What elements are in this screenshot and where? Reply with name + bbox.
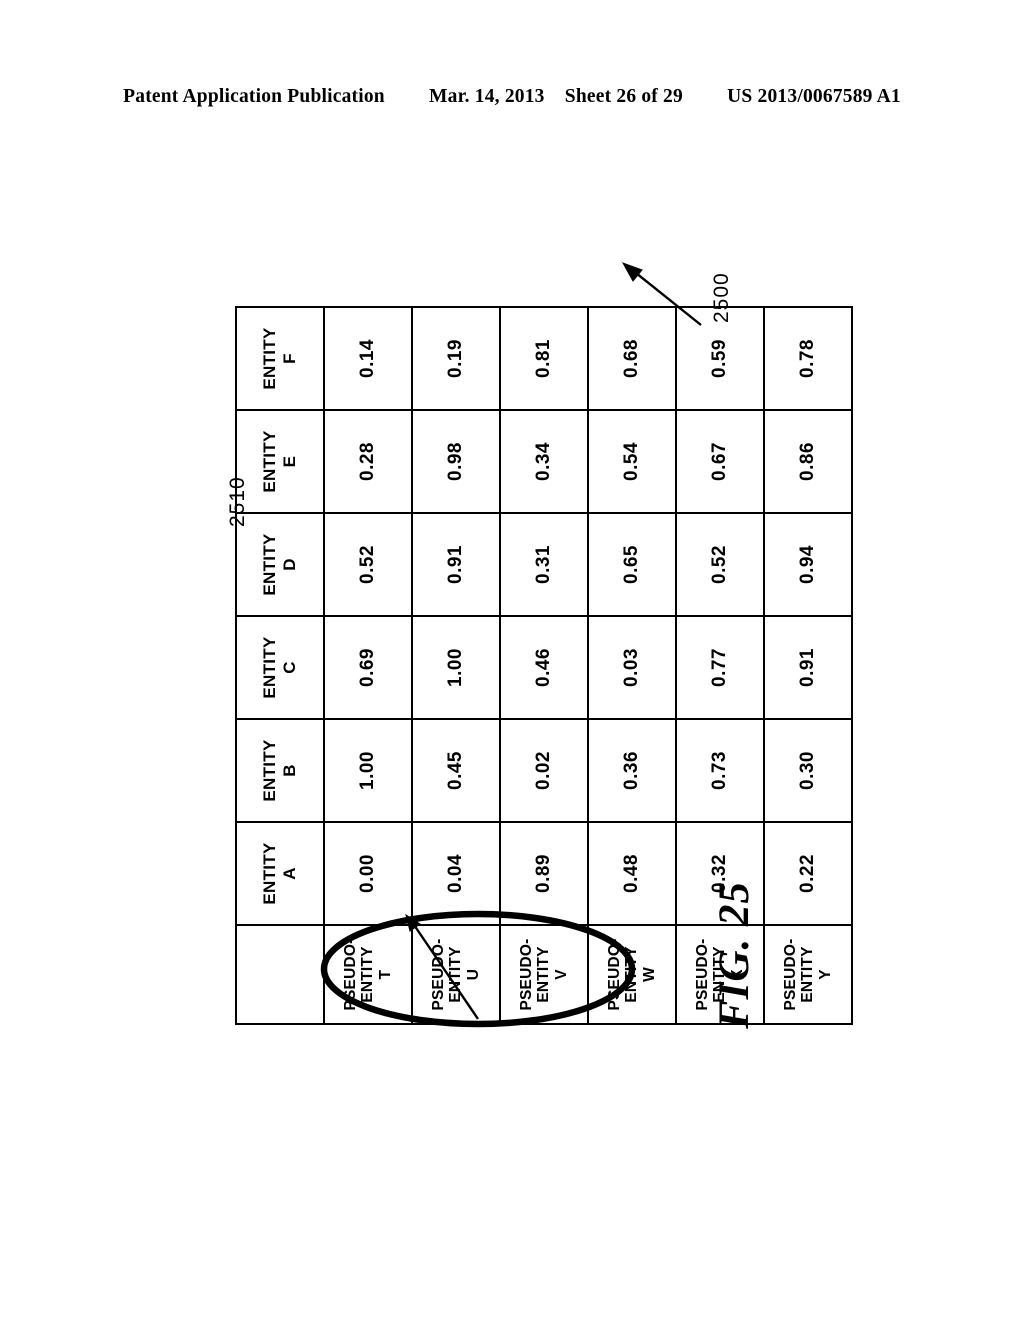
table-corner-cell	[236, 925, 324, 1024]
table-row: PSEUDO- ENTITY W 0.48 0.36 0.03 0.65 0.5…	[588, 307, 676, 1024]
column-header-line1: ENTITY	[260, 842, 279, 905]
cell-u-c: 1.00	[412, 616, 500, 719]
column-header-line1: ENTITY	[260, 533, 279, 596]
cell-t-e: 0.28	[324, 410, 412, 513]
publication-date: Mar. 14, 2013	[429, 86, 545, 107]
cell-t-f: 0.14	[324, 307, 412, 410]
row-header-line2: ENTITY	[623, 946, 641, 1003]
row-header-line1: PSEUDO-	[429, 938, 447, 1011]
cell-y-b: 0.30	[764, 719, 852, 822]
cell-v-e: 0.34	[500, 410, 588, 513]
row-header-line1: PSEUDO-	[693, 938, 711, 1011]
reference-numeral-2510: 2510	[226, 476, 249, 527]
row-header-line2: ENTITY	[535, 946, 553, 1003]
cell-x-e: 0.67	[676, 410, 764, 513]
cell-w-a: 0.48	[588, 822, 676, 925]
row-header-line2: ENTITY	[359, 946, 377, 1003]
row-header-line3: T	[376, 969, 394, 980]
cell-w-e: 0.54	[588, 410, 676, 513]
row-header-line1: PSEUDO-	[605, 938, 623, 1011]
column-header-line1: ENTITY	[260, 636, 279, 699]
row-header-line2: ENTITY	[799, 946, 817, 1003]
table-row: PSEUDO- ENTITY T 0.00 1.00 0.69 0.52 0.2…	[324, 307, 412, 1024]
cell-v-d: 0.31	[500, 513, 588, 616]
cell-x-c: 0.77	[676, 616, 764, 719]
column-header-line2: E	[280, 455, 299, 468]
cell-u-e: 0.98	[412, 410, 500, 513]
row-header-line1: PSEUDO-	[517, 938, 535, 1011]
cell-w-d: 0.65	[588, 513, 676, 616]
cell-v-f: 0.81	[500, 307, 588, 410]
column-header-entity-d: ENTITY D	[236, 513, 324, 616]
column-header-entity-f: ENTITY F	[236, 307, 324, 410]
column-header-entity-b: ENTITY B	[236, 719, 324, 822]
row-header-pseudo-entity-v: PSEUDO- ENTITY V	[500, 925, 588, 1024]
column-header-line1: ENTITY	[260, 327, 279, 390]
column-header-line2: C	[280, 661, 299, 674]
figure-25: ENTITY A ENTITY B ENTITY C ENTITY D ENTI…	[150, 237, 950, 1037]
row-header-line1: PSEUDO-	[781, 938, 799, 1011]
row-header-pseudo-entity-u: PSEUDO- ENTITY U	[412, 925, 500, 1024]
cell-w-f: 0.68	[588, 307, 676, 410]
cell-u-a: 0.04	[412, 822, 500, 925]
cell-x-d: 0.52	[676, 513, 764, 616]
similarity-matrix-table: ENTITY A ENTITY B ENTITY C ENTITY D ENTI…	[235, 306, 853, 1025]
cell-y-a: 0.22	[764, 822, 852, 925]
column-header-line2: F	[280, 353, 299, 364]
row-header-pseudo-entity-y: PSEUDO- ENTITY Y	[764, 925, 852, 1024]
cell-y-d: 0.94	[764, 513, 852, 616]
column-header-line1: ENTITY	[260, 430, 279, 493]
row-header-pseudo-entity-w: PSEUDO- ENTITY W	[588, 925, 676, 1024]
cell-v-a: 0.89	[500, 822, 588, 925]
column-header-line1: ENTITY	[260, 739, 279, 802]
row-header-line3: W	[640, 967, 658, 982]
cell-t-a: 0.00	[324, 822, 412, 925]
table-row: PSEUDO- ENTITY Y 0.22 0.30 0.91 0.94 0.8…	[764, 307, 852, 1024]
row-header-line2: ENTITY	[447, 946, 465, 1003]
sheet-number: Sheet 26 of 29	[564, 86, 683, 107]
cell-v-c: 0.46	[500, 616, 588, 719]
table-row: PSEUDO- ENTITY U 0.04 0.45 1.00 0.91 0.9…	[412, 307, 500, 1024]
cell-t-d: 0.52	[324, 513, 412, 616]
row-header-line1: PSEUDO-	[341, 938, 359, 1011]
column-header-line2: A	[280, 867, 299, 880]
cell-t-b: 1.00	[324, 719, 412, 822]
cell-u-f: 0.19	[412, 307, 500, 410]
cell-y-e: 0.86	[764, 410, 852, 513]
patent-sheet-header: Patent Application Publication Mar. 14, …	[0, 86, 1024, 108]
row-header-line3: V	[552, 969, 570, 980]
row-header-line3: Y	[816, 969, 834, 980]
column-header-entity-c: ENTITY C	[236, 616, 324, 719]
row-header-line3: U	[464, 968, 482, 981]
row-header-pseudo-entity-t: PSEUDO- ENTITY T	[324, 925, 412, 1024]
cell-x-b: 0.73	[676, 719, 764, 822]
table-header-row: ENTITY A ENTITY B ENTITY C ENTITY D ENTI…	[236, 307, 324, 1024]
cell-y-f: 0.78	[764, 307, 852, 410]
figure-caption: FIG. 25	[711, 881, 758, 1029]
cell-v-b: 0.02	[500, 719, 588, 822]
table-row: PSEUDO- ENTITY V 0.89 0.02 0.46 0.31 0.3…	[500, 307, 588, 1024]
publication-title: Patent Application Publication	[123, 86, 385, 107]
cell-w-c: 0.03	[588, 616, 676, 719]
cell-y-c: 0.91	[764, 616, 852, 719]
patent-publication-number: US 2013/0067589 A1	[727, 86, 901, 107]
cell-t-c: 0.69	[324, 616, 412, 719]
figure-rotated-canvas: ENTITY A ENTITY B ENTITY C ENTITY D ENTI…	[150, 237, 950, 1037]
column-header-line2: B	[280, 764, 299, 777]
column-header-line2: D	[280, 558, 299, 571]
column-header-entity-a: ENTITY A	[236, 822, 324, 925]
cell-u-b: 0.45	[412, 719, 500, 822]
reference-numeral-2500: 2500	[710, 272, 733, 323]
cell-w-b: 0.36	[588, 719, 676, 822]
cell-u-d: 0.91	[412, 513, 500, 616]
